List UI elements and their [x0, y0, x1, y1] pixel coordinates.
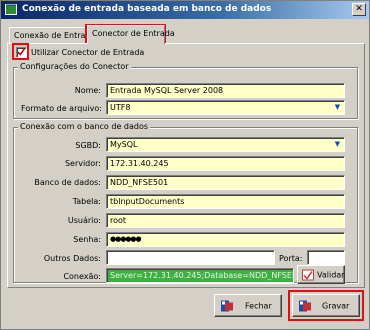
port-label: Porta: — [279, 254, 303, 263]
sgbd-value: MySQL — [110, 140, 138, 149]
name-label: Nome: — [74, 86, 101, 95]
database-label: Banco de dados: — [34, 178, 101, 187]
validate-button[interactable]: Validar — [297, 265, 345, 284]
validate-check-icon — [302, 269, 314, 280]
user-value: root — [110, 216, 127, 225]
config-group-title: Configurações do Conector — [18, 62, 131, 71]
use-connector-label: Utilizar Conector de Entrada — [31, 48, 145, 57]
tab-label: Conexão de Entrada — [14, 31, 96, 40]
format-label: Formato de arquivo: — [21, 104, 102, 113]
database-value: NDD_NFSE501 — [110, 178, 169, 187]
database-field[interactable]: NDD_NFSE501 — [106, 175, 345, 190]
format-value: UTF8 — [110, 103, 131, 112]
window-title: Conexão de entrada baseada em banco de d… — [22, 4, 272, 14]
tab-conector-entrada[interactable]: Conector de Entrada — [87, 25, 175, 44]
close-button[interactable]: Fechar — [214, 294, 282, 317]
door-exit-icon — [221, 300, 233, 311]
table-label: Tabela: — [72, 197, 101, 206]
close-icon[interactable]: ✕ — [352, 3, 366, 16]
validate-label: Validar — [317, 270, 345, 279]
save-label: Gravar — [322, 301, 350, 310]
server-value: 172.31.40.245 — [110, 159, 169, 168]
password-label: Senha: — [73, 235, 101, 244]
title-bar: Conexão de entrada baseada em banco de d… — [1, 1, 369, 19]
save-button[interactable]: Gravar — [292, 294, 360, 317]
name-field[interactable]: Entrada MySQL Server 2008 — [106, 83, 345, 98]
user-label: Usuário: — [67, 216, 101, 225]
sgbd-select[interactable]: MySQL ▼ — [106, 137, 345, 152]
save-disk-icon — [299, 300, 311, 311]
connection-label: Conexão: — [63, 272, 101, 281]
dialog-window: Conexão de entrada baseada em banco de d… — [0, 0, 370, 330]
name-value: Entrada MySQL Server 2008 — [110, 86, 224, 95]
format-select[interactable]: UTF8 ▼ — [106, 100, 345, 115]
database-window-icon — [5, 4, 17, 15]
table-field[interactable]: tblnputDocuments — [106, 194, 345, 209]
chevron-down-icon[interactable]: ▼ — [332, 102, 343, 113]
db-group-title: Conexão com o banco de dados — [18, 122, 151, 131]
sgbd-label: SGBD: — [75, 141, 101, 150]
connection-string-value: Server=172.31.40.245;Database=NDD_NFSE50… — [110, 271, 293, 280]
other-data-field[interactable] — [106, 250, 275, 265]
server-label: Servidor: — [64, 159, 101, 168]
use-connector-checkbox[interactable] — [16, 47, 27, 58]
password-field[interactable]: ●●●●●● — [106, 232, 345, 247]
password-value: ●●●●●● — [110, 235, 142, 243]
connection-string-field[interactable]: Server=172.31.40.245;Database=NDD_NFSE50… — [106, 268, 294, 283]
chevron-down-icon[interactable]: ▼ — [332, 139, 343, 150]
port-field[interactable] — [307, 250, 345, 265]
tab-conexao-entrada[interactable]: Conexão de Entrada — [9, 27, 95, 44]
user-field[interactable]: root — [106, 213, 345, 228]
table-value: tblnputDocuments — [110, 197, 185, 206]
server-field[interactable]: 172.31.40.245 — [106, 156, 345, 171]
other-data-label: Outros Dados: — [43, 254, 101, 263]
close-label: Fechar — [245, 301, 272, 310]
checkmark-icon — [17, 48, 26, 56]
tab-label: Conector de Entrada — [92, 29, 175, 38]
